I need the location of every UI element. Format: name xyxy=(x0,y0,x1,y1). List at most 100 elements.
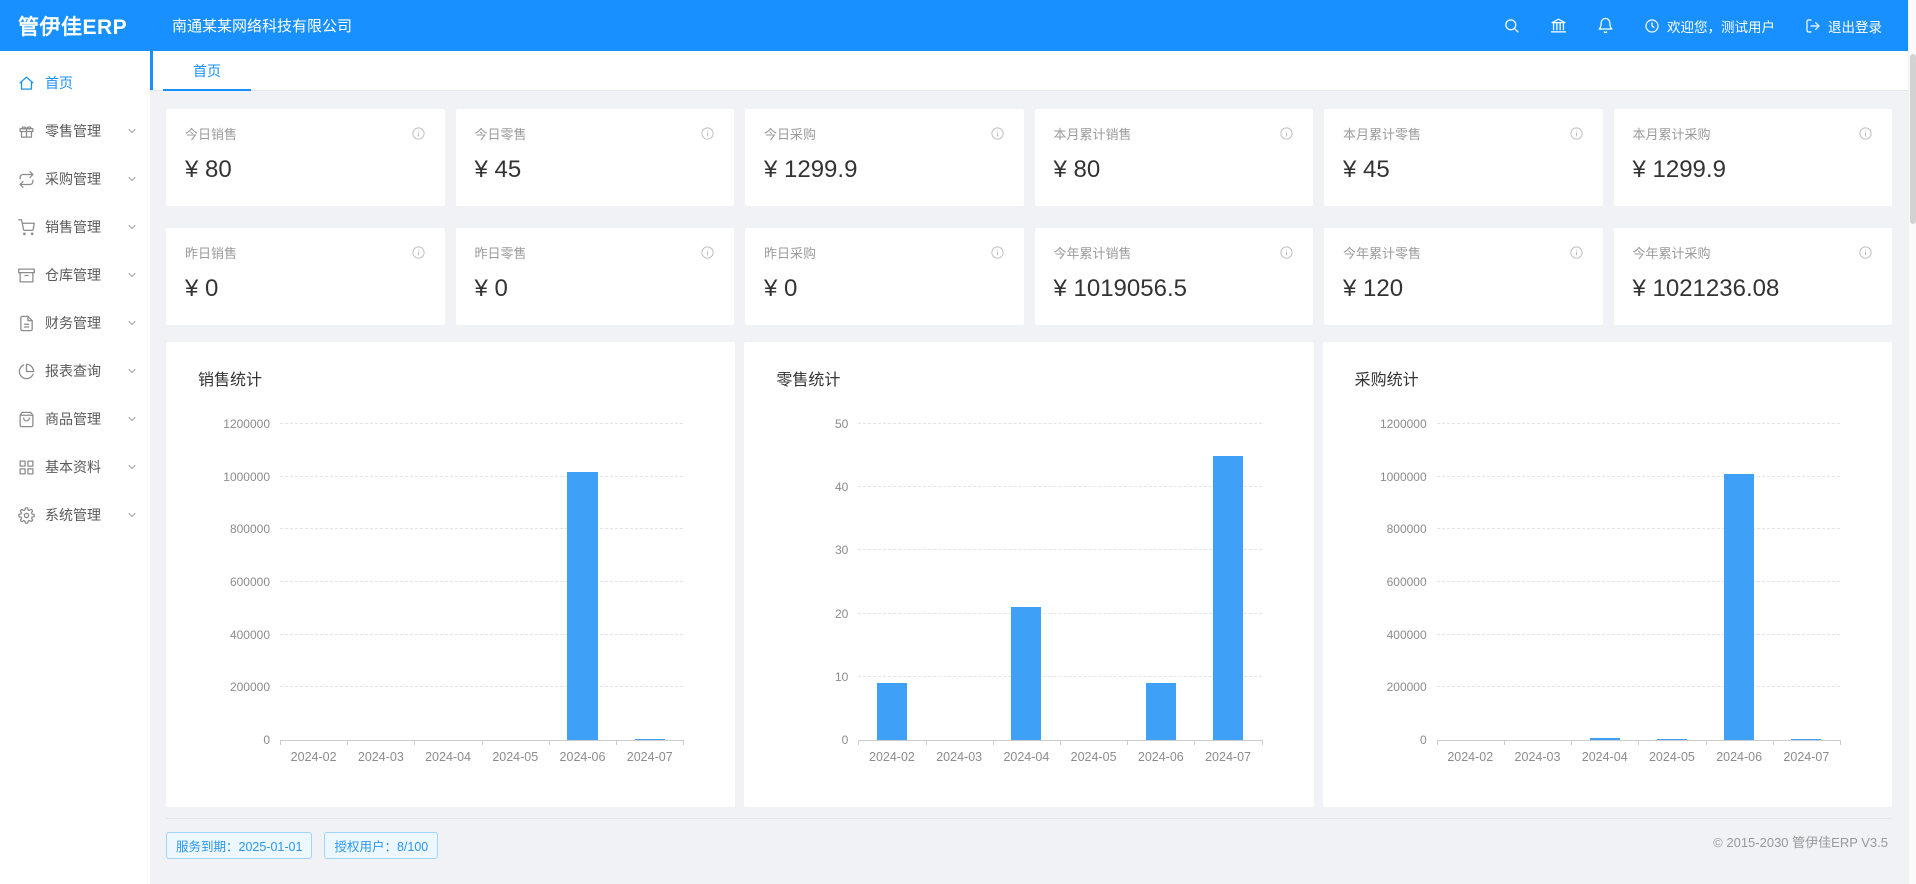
sidebar-item-label: 财务管理 xyxy=(45,313,101,333)
chart-title: 零售统计 xyxy=(776,366,1281,390)
retail-stats-chart: 零售统计010203040502024-022024-032024-042024… xyxy=(744,342,1313,807)
info-icon[interactable] xyxy=(990,126,1005,141)
stat-card-8: 昨日采购¥ 0 xyxy=(745,228,1024,325)
x-axis-tick-label: 2024-05 xyxy=(1060,750,1127,764)
gridline xyxy=(280,634,683,635)
sidebar-item-goods[interactable]: 商品管理 xyxy=(0,395,150,443)
y-axis-tick-label: 50 xyxy=(776,417,848,431)
x-axis-tickmark xyxy=(1194,740,1195,745)
sidebar-item-label: 零售管理 xyxy=(45,121,101,141)
info-icon[interactable] xyxy=(411,245,426,260)
stat-card-label: 今日销售 xyxy=(185,124,237,143)
info-icon[interactable] xyxy=(1858,126,1873,141)
stat-card-3: 本月累计销售¥ 80 xyxy=(1035,109,1314,206)
x-axis-tick-label: 2024-03 xyxy=(926,750,993,764)
x-axis-tick-label: 2024-02 xyxy=(280,750,347,764)
home-icon xyxy=(18,75,35,92)
x-axis-tick-label: 2024-04 xyxy=(1571,750,1638,764)
chevron-down-icon xyxy=(126,221,138,233)
x-axis-tickmark xyxy=(1840,740,1841,745)
stat-card-4: 本月累计零售¥ 45 xyxy=(1324,109,1603,206)
stat-card-label: 今日采购 xyxy=(764,124,816,143)
tab-home[interactable]: 首页 xyxy=(163,51,251,90)
sidebar-item-system[interactable]: 系统管理 xyxy=(0,491,150,539)
sidebar-item-retail[interactable]: 零售管理 xyxy=(0,107,150,155)
info-icon[interactable] xyxy=(1279,126,1294,141)
x-axis-tickmark xyxy=(683,740,684,745)
sidebar-item-report[interactable]: 报表查询 xyxy=(0,347,150,395)
sidebar-item-basedata[interactable]: 基本资料 xyxy=(0,443,150,491)
x-axis-tick-label: 2024-03 xyxy=(347,750,414,764)
info-icon[interactable] xyxy=(700,126,715,141)
info-icon[interactable] xyxy=(1279,245,1294,260)
stat-card-label: 今日零售 xyxy=(475,124,527,143)
page-scrollbar[interactable] xyxy=(1908,0,1916,884)
x-axis-tick-label: 2024-07 xyxy=(1194,750,1261,764)
welcome-text: 欢迎您，测试用户 xyxy=(1667,16,1775,36)
gridline xyxy=(280,528,683,529)
info-icon[interactable] xyxy=(1858,245,1873,260)
scrollbar-thumb[interactable] xyxy=(1910,54,1916,224)
y-axis-tick-label: 1200000 xyxy=(1355,417,1427,431)
info-icon[interactable] xyxy=(700,245,715,260)
bank-icon[interactable] xyxy=(1550,17,1567,34)
gridline xyxy=(858,423,1261,424)
x-axis-tickmark xyxy=(1638,740,1639,745)
chevron-down-icon xyxy=(126,365,138,377)
stat-card-value: ¥ 45 xyxy=(1343,156,1584,184)
sidebar-item-label: 基本资料 xyxy=(45,457,101,477)
search-icon[interactable] xyxy=(1503,17,1520,34)
sidebar-item-warehouse[interactable]: 仓库管理 xyxy=(0,251,150,299)
gridline xyxy=(858,613,1261,614)
x-axis-tick-label: 2024-06 xyxy=(1706,750,1773,764)
info-icon[interactable] xyxy=(990,245,1005,260)
chevron-down-icon xyxy=(126,509,138,521)
top-header: 管伊佳ERP 南通某某网络科技有限公司 欢迎您，测试用户 xyxy=(0,0,1908,51)
x-axis-tickmark xyxy=(1060,740,1061,745)
x-axis-tickmark xyxy=(1773,740,1774,745)
sidebar-item-finance[interactable]: 财务管理 xyxy=(0,299,150,347)
y-axis-tick-label: 600000 xyxy=(1355,575,1427,589)
sidebar-item-label: 仓库管理 xyxy=(45,265,101,285)
y-axis-tick-label: 200000 xyxy=(198,680,270,694)
x-axis-tick-label: 2024-03 xyxy=(1504,750,1571,764)
stat-card-0: 今日销售¥ 80 xyxy=(166,109,445,206)
sidebar-menu: 首页零售管理采购管理销售管理仓库管理财务管理报表查询商品管理基本资料系统管理 xyxy=(0,51,150,884)
sidebar-item-sales[interactable]: 销售管理 xyxy=(0,203,150,251)
clock-icon xyxy=(1644,18,1660,34)
x-axis-tickmark xyxy=(616,740,617,745)
stat-card-5: 本月累计采购¥ 1299.9 xyxy=(1614,109,1893,206)
x-axis-tickmark xyxy=(1504,740,1505,745)
stat-card-10: 今年累计零售¥ 120 xyxy=(1324,228,1603,325)
stat-card-2: 今日采购¥ 1299.9 xyxy=(745,109,1024,206)
info-icon[interactable] xyxy=(1569,126,1584,141)
sidebar-item-label: 销售管理 xyxy=(45,217,101,237)
pie-chart-icon xyxy=(18,363,35,380)
info-icon[interactable] xyxy=(411,126,426,141)
chart-title: 采购统计 xyxy=(1355,366,1860,390)
x-axis-tick-label: 2024-07 xyxy=(1773,750,1840,764)
sidebar-item-label: 首页 xyxy=(45,73,73,93)
logout-button[interactable]: 退出登录 xyxy=(1805,16,1882,36)
stat-card-value: ¥ 45 xyxy=(475,156,716,184)
stat-card-label: 昨日零售 xyxy=(475,243,527,262)
gridline xyxy=(280,686,683,687)
info-icon[interactable] xyxy=(1569,245,1584,260)
stat-card-label: 今年累计销售 xyxy=(1054,243,1132,262)
stat-card-value: ¥ 0 xyxy=(764,275,1005,303)
stat-card-label: 本月累计采购 xyxy=(1633,124,1711,143)
x-axis-tickmark xyxy=(1262,740,1263,745)
stat-card-11: 今年累计采购¥ 1021236.08 xyxy=(1614,228,1893,325)
sidebar-item-home[interactable]: 首页 xyxy=(0,59,150,107)
bar-2024-06 xyxy=(1146,683,1176,740)
bell-icon[interactable] xyxy=(1597,17,1614,34)
sidebar-item-purchase[interactable]: 采购管理 xyxy=(0,155,150,203)
chart-plot: 0200000400000600000800000100000012000002… xyxy=(1437,424,1840,741)
gridline xyxy=(1437,634,1840,635)
app-logo: 管伊佳ERP xyxy=(0,11,150,41)
stat-card-value: ¥ 120 xyxy=(1343,275,1584,303)
bar-2024-07 xyxy=(635,739,665,740)
bar-2024-05 xyxy=(1657,739,1687,740)
sidebar-item-label: 商品管理 xyxy=(45,409,101,429)
user-welcome[interactable]: 欢迎您，测试用户 xyxy=(1644,16,1775,36)
